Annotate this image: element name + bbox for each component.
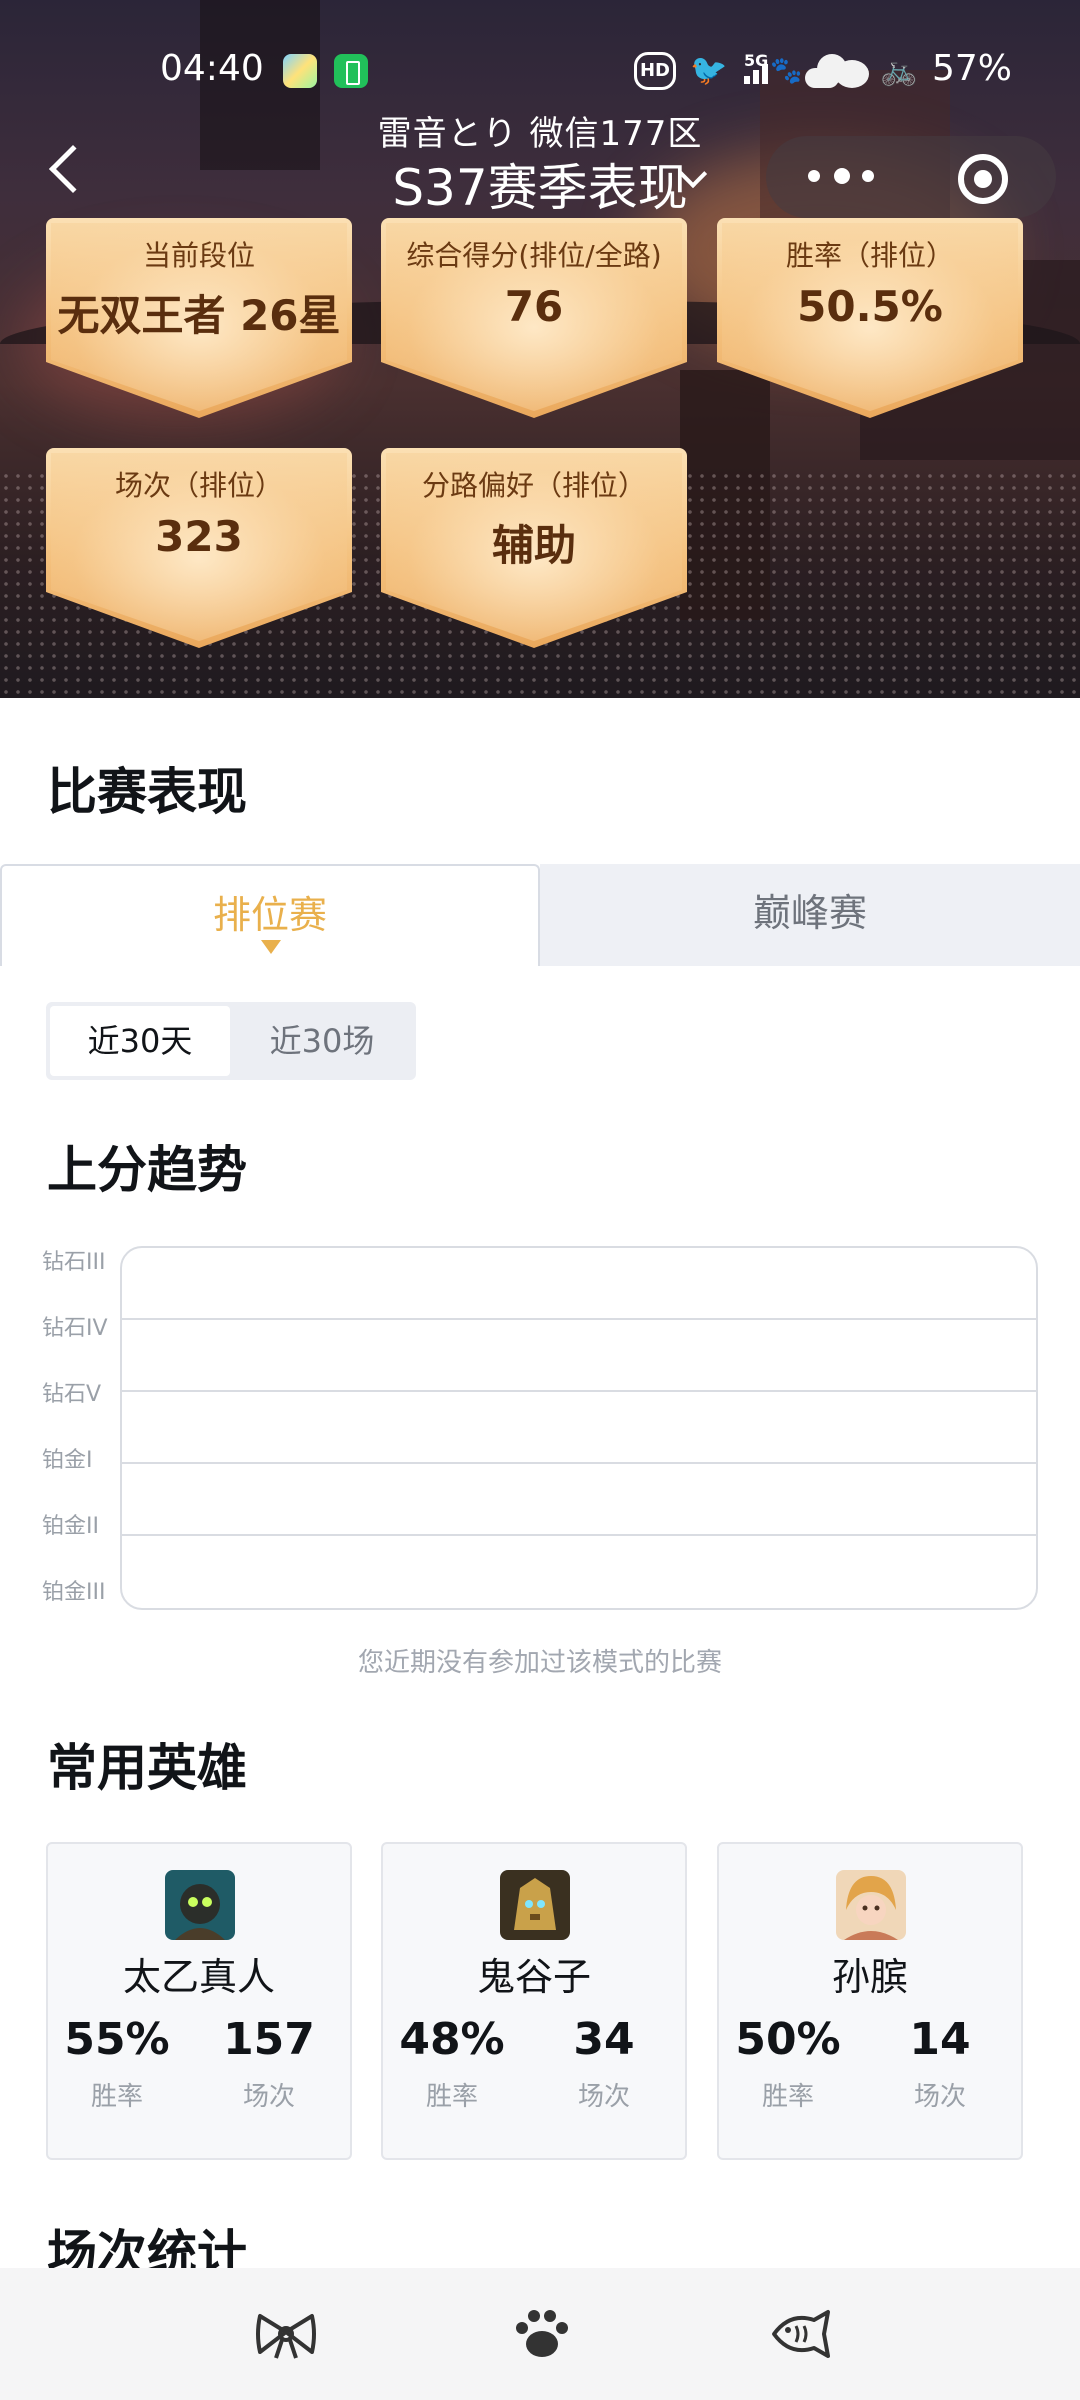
range-30-matches[interactable]: 近30场 bbox=[232, 1006, 412, 1076]
stat-label: 胜率（排位） bbox=[785, 239, 954, 272]
hero-avatar bbox=[836, 1870, 906, 1940]
hero-name: 太乙真人 bbox=[122, 1955, 275, 1999]
y-tick-label: 钻石III bbox=[42, 1250, 106, 1275]
empty-state-note: 您近期没有参加过该模式的比赛 bbox=[357, 1648, 722, 1678]
miniprogram-capsule bbox=[766, 136, 1056, 218]
status-bar: 04:40 HD 🐦 5G 🐾 🚲 57% bbox=[0, 40, 1080, 106]
hero-card[interactable]: 孙膑 50% 14 胜率 场次 bbox=[717, 1842, 1023, 2160]
win-rate-caption: 胜率 bbox=[761, 2082, 814, 2112]
stat-value: 76 bbox=[504, 282, 564, 331]
battery-saver-icon bbox=[334, 54, 368, 88]
y-tick-label: 铂金III bbox=[42, 1580, 106, 1605]
stat-label: 当前段位 bbox=[142, 239, 255, 272]
stat-label: 场次（排位） bbox=[114, 469, 283, 502]
stat-label: 分路偏好（排位） bbox=[421, 469, 646, 502]
stat-badge-matches: 场次（排位） 323 bbox=[46, 448, 352, 648]
tab-label: 排位赛 bbox=[212, 893, 327, 937]
heroes-title: 常用英雄 bbox=[47, 1739, 247, 1797]
tab-label: 巅峰赛 bbox=[752, 891, 867, 935]
bird-icon: 🐦 bbox=[690, 53, 728, 88]
bike-icon: 🚲 bbox=[880, 53, 918, 88]
matches-caption: 场次 bbox=[577, 2082, 630, 2112]
hero-matches: 34 bbox=[573, 2014, 635, 2065]
hd-voice-icon: HD bbox=[634, 52, 676, 90]
y-tick-label: 铂金II bbox=[42, 1514, 99, 1539]
stat-label: 综合得分(排位/全路) bbox=[406, 239, 662, 272]
cloud-icon bbox=[805, 54, 871, 88]
matches-caption: 场次 bbox=[913, 2082, 966, 2112]
stat-badge-score: 综合得分(排位/全路) 76 bbox=[381, 218, 687, 418]
status-time: 04:40 bbox=[160, 48, 264, 89]
win-rate-caption: 胜率 bbox=[90, 2082, 143, 2112]
app-notification-icon bbox=[283, 54, 317, 88]
hero-matches: 14 bbox=[909, 2014, 971, 2065]
bottom-nav bbox=[0, 2268, 1080, 2400]
range-30-days[interactable]: 近30天 bbox=[50, 1006, 230, 1076]
tab-ranked[interactable]: 排位赛 bbox=[0, 864, 540, 966]
paw-status-icon: 🐾 bbox=[770, 56, 803, 86]
grid-line bbox=[122, 1462, 1036, 1464]
bow-icon[interactable] bbox=[254, 2306, 318, 2362]
paw-icon[interactable] bbox=[510, 2306, 574, 2362]
stat-badge-winrate: 胜率（排位） 50.5% bbox=[717, 218, 1023, 418]
hero-win-rate: 55% bbox=[64, 2014, 170, 2065]
hero-avatar bbox=[165, 1870, 235, 1940]
grid-line bbox=[122, 1318, 1036, 1320]
matches-caption: 场次 bbox=[242, 2082, 295, 2112]
win-rate-caption: 胜率 bbox=[425, 2082, 478, 2112]
hero-name: 孙膑 bbox=[831, 1955, 908, 1999]
grid-line bbox=[122, 1534, 1036, 1536]
more-button[interactable] bbox=[808, 158, 878, 194]
stat-value: 50.5% bbox=[797, 282, 943, 331]
hero-matches: 157 bbox=[223, 2014, 315, 2065]
hero-win-rate: 50% bbox=[735, 2014, 841, 2065]
performance-title: 比赛表现 bbox=[47, 763, 247, 821]
tab-peak[interactable]: 巅峰赛 bbox=[540, 864, 1080, 966]
season-header: 04:40 HD 🐦 5G 🐾 🚲 57% 雷音とり 微信177区 S37赛季表… bbox=[0, 0, 1080, 698]
hero-name: 鬼谷子 bbox=[476, 1955, 591, 1999]
hero-card[interactable]: 鬼谷子 48% 34 胜率 场次 bbox=[381, 1842, 687, 2160]
active-indicator-icon bbox=[261, 940, 281, 954]
stat-badge-rank: 当前段位 无双王者 26星 bbox=[46, 218, 352, 418]
y-tick-label: 钻石V bbox=[42, 1382, 102, 1407]
trend-chart bbox=[120, 1246, 1038, 1610]
stat-value: 辅助 bbox=[491, 521, 576, 570]
stat-value: 无双王者 26星 bbox=[57, 291, 341, 340]
hero-card[interactable]: 太乙真人 55% 157 胜率 场次 bbox=[46, 1842, 352, 2160]
fish-icon[interactable] bbox=[770, 2306, 834, 2362]
y-tick-label: 钻石IV bbox=[42, 1316, 108, 1341]
range-toggle: 近30天 近30场 bbox=[46, 1002, 416, 1080]
trend-title: 上分趋势 bbox=[47, 1141, 247, 1199]
hero-avatar bbox=[500, 1870, 570, 1940]
hero-win-rate: 48% bbox=[399, 2014, 505, 2065]
grid-line bbox=[122, 1390, 1036, 1392]
close-target-button[interactable] bbox=[958, 154, 1008, 204]
stat-value: 323 bbox=[155, 512, 243, 561]
y-tick-label: 铂金I bbox=[42, 1448, 93, 1473]
stat-badge-role: 分路偏好（排位） 辅助 bbox=[381, 448, 687, 648]
battery-level: 57% bbox=[932, 48, 1013, 89]
mode-tabs: 排位赛 巅峰赛 bbox=[0, 864, 1080, 966]
